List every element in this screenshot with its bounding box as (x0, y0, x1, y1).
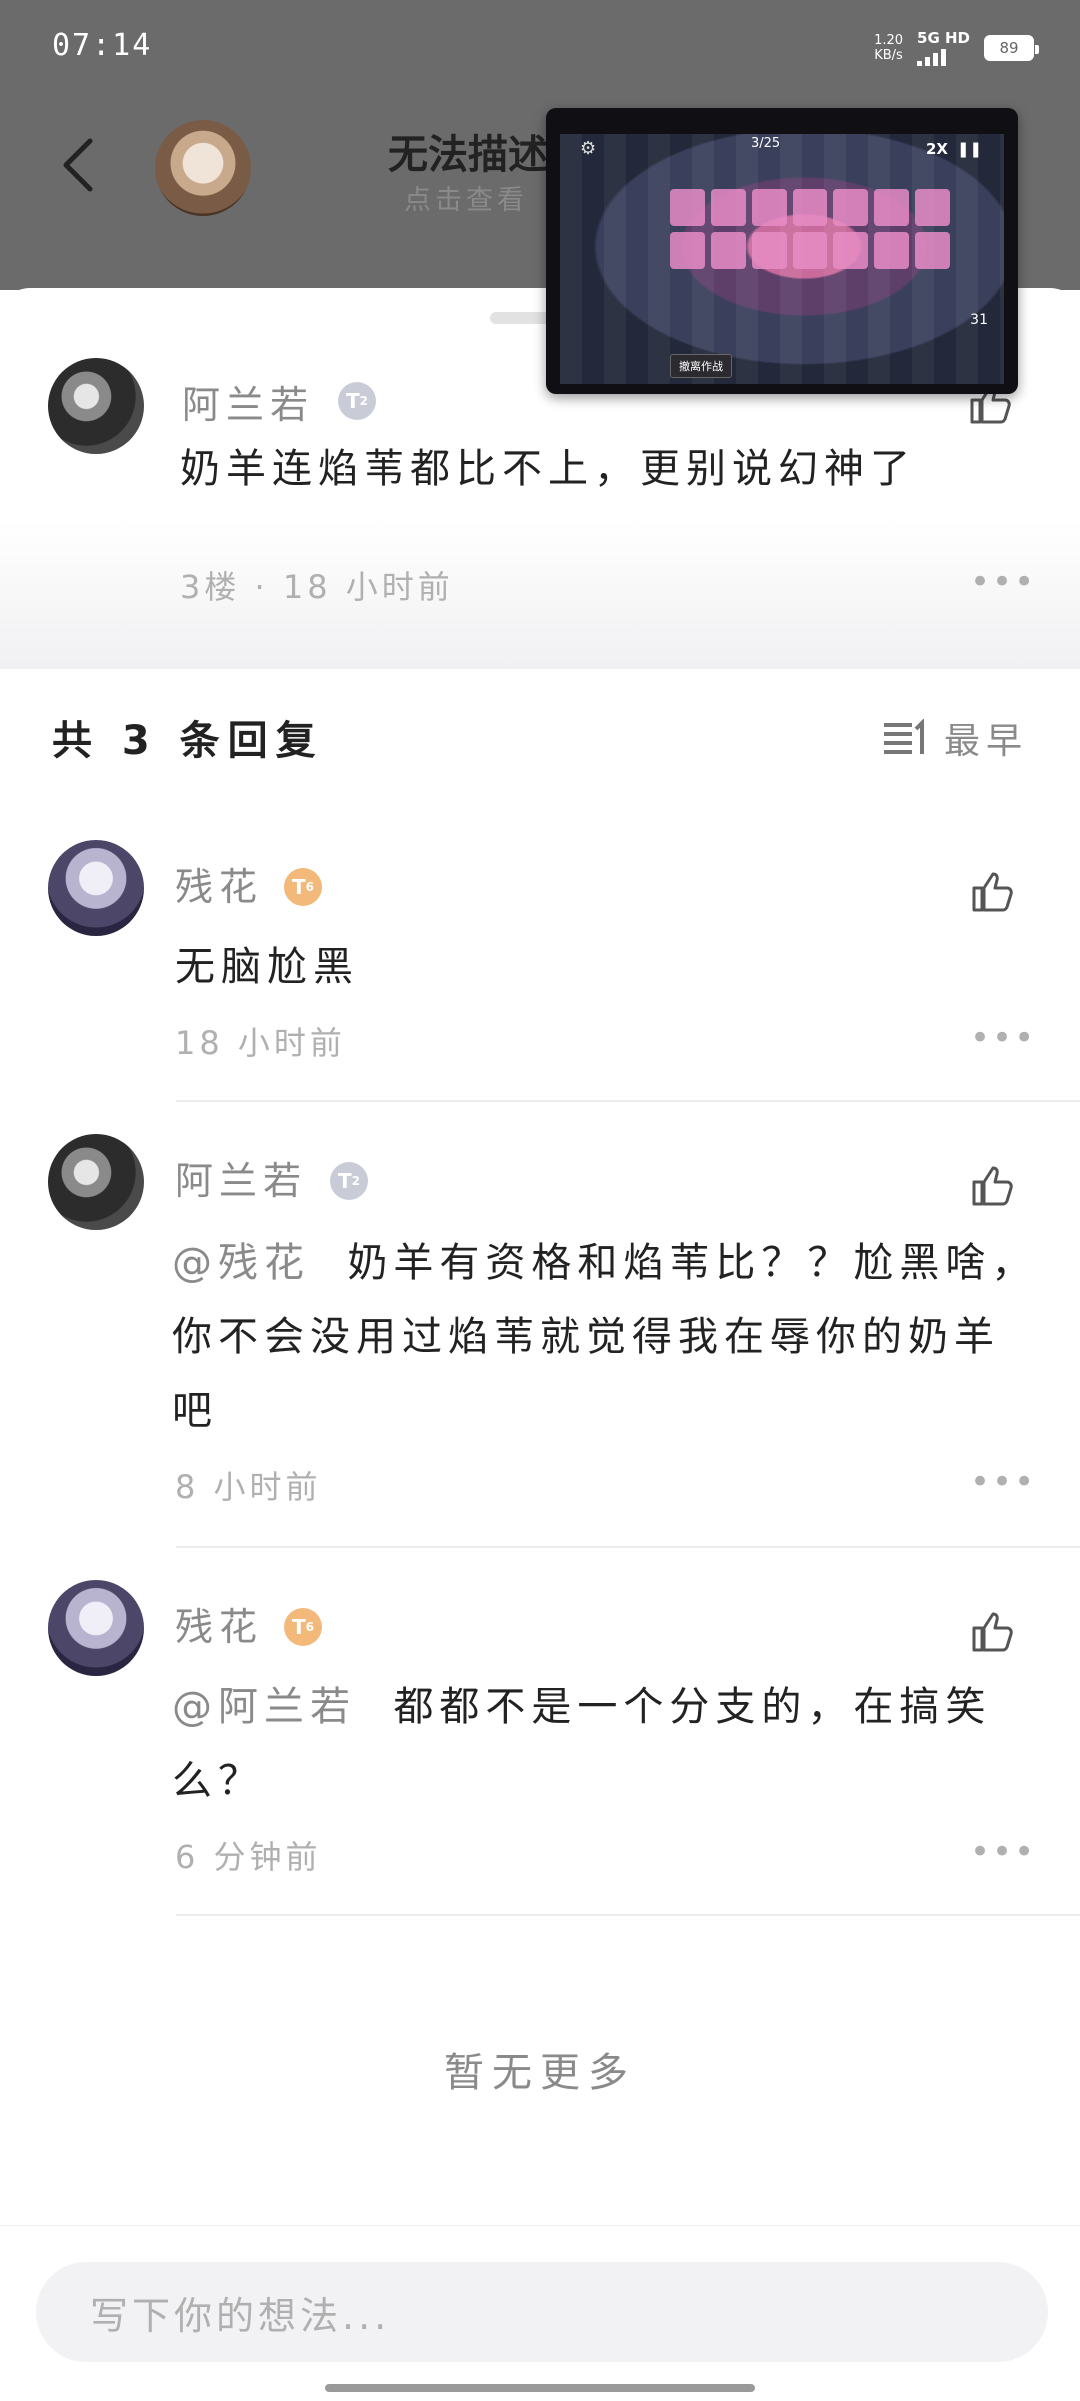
comment-text: 奶羊连焰苇都比不上，更别说幻神了 (180, 446, 916, 492)
avatar[interactable] (48, 1580, 144, 1676)
reply-text-line-1: @残花 奶羊有资格和焰苇比？？尬黑啥， (172, 1226, 1037, 1300)
deploy-count: 31 (970, 312, 988, 328)
reply-separator (176, 1100, 1080, 1102)
reply-time: 8 小时前 (175, 1468, 322, 1506)
post-subtitle[interactable]: 点击查看 (404, 178, 528, 217)
more-options-icon[interactable]: ••• (970, 1832, 1036, 1872)
status-time: 07:14 (52, 28, 153, 63)
like-icon[interactable] (968, 1162, 1016, 1210)
speed-toggle[interactable]: 2X (926, 140, 948, 158)
network-type: 5G HD (917, 29, 970, 47)
retreat-button[interactable]: 撤离作战 (670, 354, 732, 378)
section-divider (0, 665, 1080, 669)
reply-text: 都都不是一个分支的，在搞笑 (393, 1684, 992, 1730)
status-bar: 07:14 1.20 KB/s 5G HD 89 (0, 0, 1080, 96)
no-more-label: 暂无更多 (444, 2050, 636, 2096)
comment-meta: 3楼 · 18 小时前 (180, 568, 454, 606)
level-badge: T2 (330, 1162, 368, 1200)
post-author-avatar[interactable] (155, 120, 251, 216)
pause-icon[interactable]: ❚❚ (957, 140, 982, 158)
comment-author[interactable]: 阿兰若 (182, 374, 314, 429)
like-icon[interactable] (968, 1608, 1016, 1656)
reply-text-line-1: @阿兰若 都都不是一个分支的，在搞笑 (172, 1670, 991, 1744)
signal-icon (917, 46, 970, 66)
battery-icon: 89 (984, 35, 1039, 61)
reply-text: 奶羊有资格和焰苇比？？尬黑啥， (347, 1240, 1038, 1286)
reply-text: 无脑尬黑 (175, 944, 359, 990)
network-block: 5G HD (917, 30, 970, 66)
replies-count-title: 共 3 条回复 (52, 718, 324, 764)
avatar[interactable] (48, 358, 144, 454)
avatar[interactable] (48, 840, 144, 936)
status-indicators: 1.20 KB/s 5G HD 89 (874, 30, 1039, 66)
like-icon[interactable] (968, 868, 1016, 916)
reply-time: 6 分钟前 (175, 1838, 322, 1876)
reply-author[interactable]: 阿兰若 (175, 1150, 307, 1205)
back-arrow-icon[interactable] (58, 135, 98, 195)
more-options-icon[interactable]: ••• (970, 1018, 1036, 1058)
settings-gear-icon[interactable]: ⚙ (580, 138, 596, 159)
sort-order-icon (883, 719, 924, 754)
home-indicator[interactable] (325, 2384, 755, 2392)
post-title[interactable]: 无法描述 (388, 122, 548, 180)
more-options-icon[interactable]: ••• (970, 562, 1036, 602)
reply-separator (176, 1914, 1080, 1916)
mention-link[interactable]: @残花 (172, 1240, 310, 1286)
comment-input[interactable]: 写下你的想法... (36, 2262, 1048, 2362)
reply-text-line-2: 么？ (172, 1758, 264, 1804)
game-tiles (670, 189, 950, 269)
level-badge: T2 (338, 382, 376, 420)
reply-separator (176, 1546, 1080, 1548)
reply-text-line-3: 吧 (172, 1388, 218, 1434)
network-speed-value: 1.20 (874, 33, 904, 48)
mention-link[interactable]: @阿兰若 (172, 1684, 356, 1730)
reply-author[interactable]: 残花 (175, 1596, 263, 1651)
game-video-frame (560, 134, 1004, 384)
level-badge: T6 (284, 1608, 322, 1646)
sort-toggle[interactable]: 最早 (882, 712, 1028, 764)
floating-video-window[interactable]: ⚙ 3/25 2X ❚❚ 31 撤离作战 (546, 108, 1018, 394)
reply-author[interactable]: 残花 (175, 856, 263, 911)
avatar[interactable] (48, 1134, 144, 1230)
reply-text-line-2: 你不会没用过焰苇就觉得我在辱你的奶羊 (172, 1314, 1000, 1360)
level-badge: T6 (284, 868, 322, 906)
more-options-icon[interactable]: ••• (970, 1462, 1036, 1502)
network-speed-unit: KB/s (874, 48, 903, 63)
wave-counter: 3/25 (751, 136, 781, 151)
reply-time: 18 小时前 (175, 1024, 346, 1062)
network-speed: 1.20 KB/s (874, 33, 903, 63)
sort-label: 最早 (943, 721, 1028, 762)
